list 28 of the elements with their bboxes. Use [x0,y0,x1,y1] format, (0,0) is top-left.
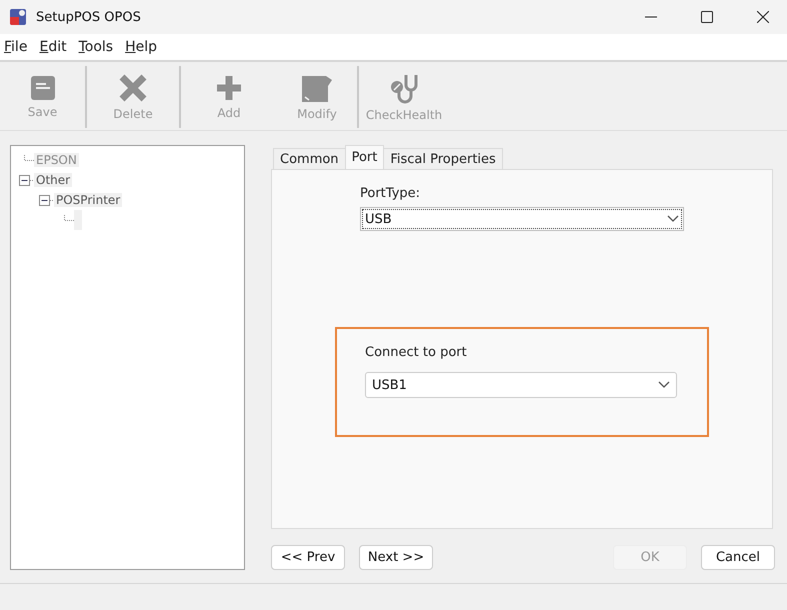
page-icon [301,73,333,103]
dialog-button[interactable]: Next >> [359,545,433,570]
document-icon [30,75,56,101]
close-icon [118,73,148,103]
collapse-icon[interactable] [19,174,34,186]
menu-item[interactable]: Tools [78,39,114,55]
port-dropdown[interactable]: USB1 [365,372,677,398]
tab[interactable]: Port [344,145,384,169]
menu-item[interactable]: File [4,39,28,55]
window-title: SetupPOS OPOS [36,10,142,24]
tree-node[interactable]: Other [34,173,72,187]
field-label: Connect to port [365,345,468,360]
chevron-icon [667,215,679,223]
menu-item[interactable]: Edit [39,39,67,55]
dialog-button[interactable]: Cancel [701,545,775,570]
app-icon [8,7,28,27]
chevron-icon [658,381,670,389]
collapse-icon[interactable] [39,194,54,206]
menu-item[interactable]: Help [125,39,158,55]
stethoscope-icon [389,72,419,104]
blank-node[interactable] [74,210,82,230]
plus-icon [215,74,243,102]
dialog-button[interactable]: << Prev [271,545,345,570]
tab[interactable]: Fiscal Properties [383,148,503,169]
field-label: PortType: [360,186,422,201]
tree-node[interactable]: POSPrinter [54,193,122,207]
tab[interactable]: Common [273,148,346,169]
port-type-dropdown[interactable]: USB [360,207,684,231]
